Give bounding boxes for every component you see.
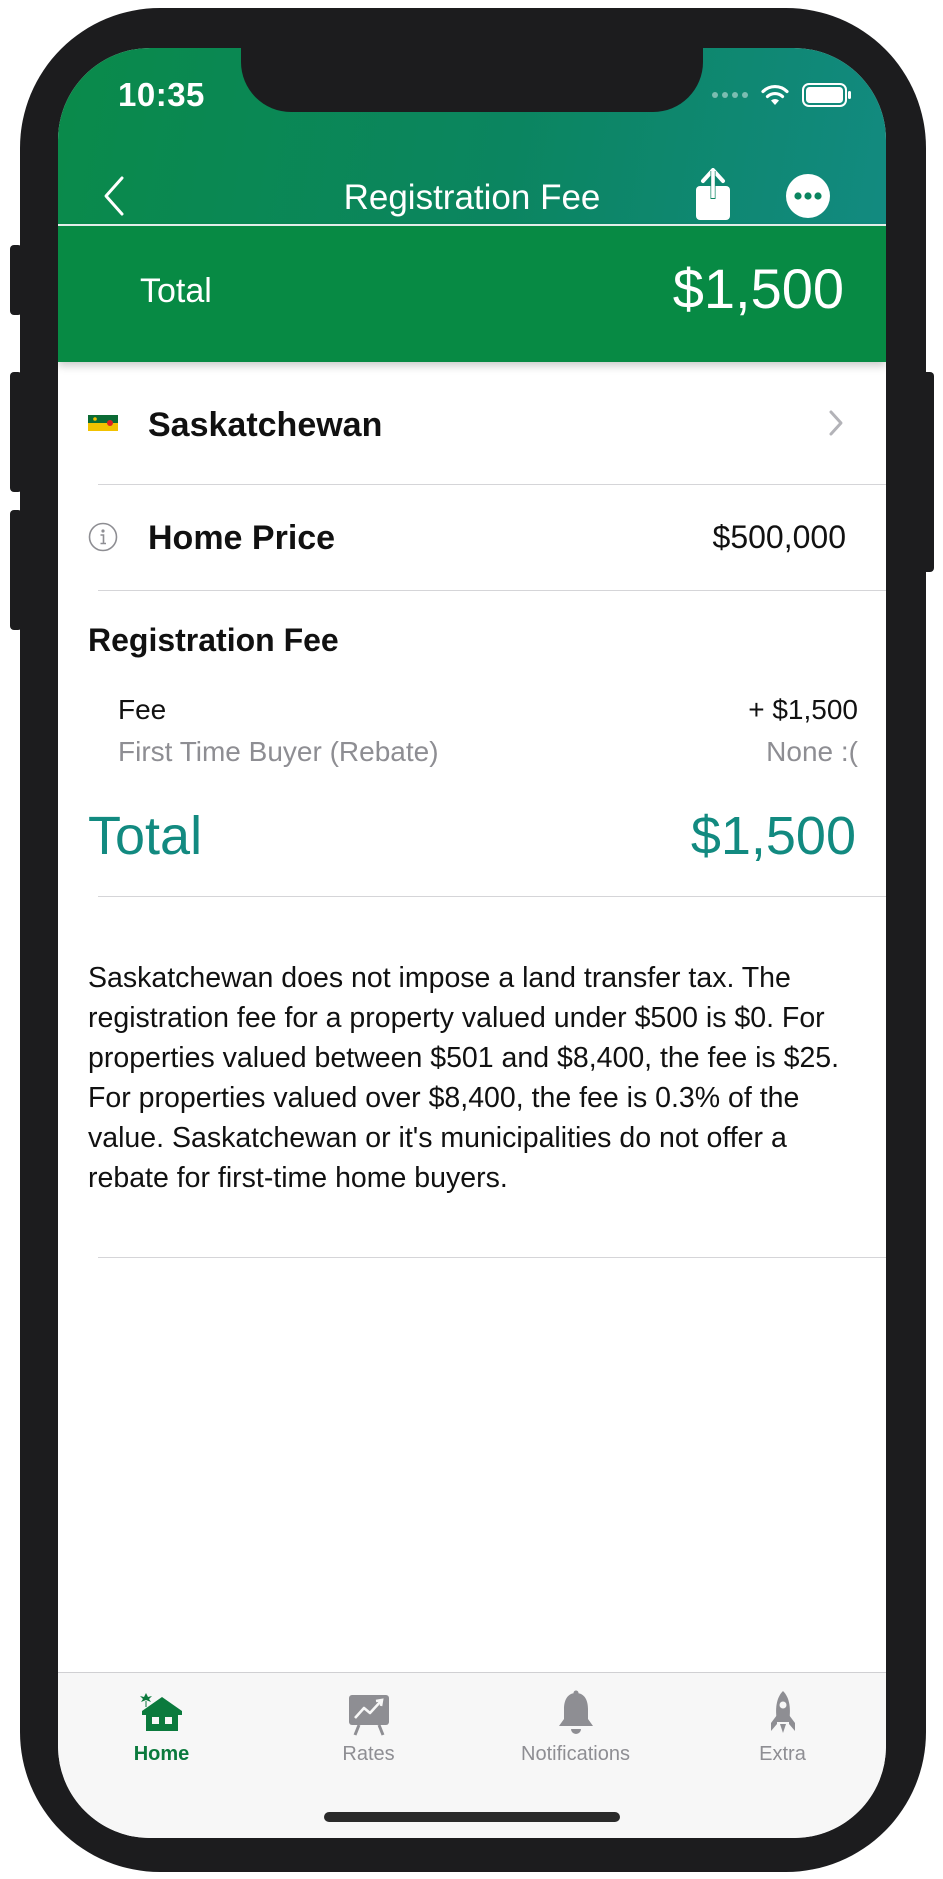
chevron-right-icon: [829, 410, 843, 436]
home-price-value[interactable]: $500,000: [713, 519, 846, 556]
wifi-icon: [761, 84, 789, 105]
total-banner: Total $1,500: [58, 226, 886, 362]
tab-extra[interactable]: Extra: [679, 1673, 886, 1783]
tab-rates-label: Rates: [342, 1743, 395, 1765]
tab-rates[interactable]: Rates: [265, 1673, 472, 1783]
app-header: 10:35 Registration Fee: [58, 48, 886, 224]
battery-icon: [802, 83, 851, 107]
total-banner-label: Total: [140, 272, 212, 310]
rebate-value: None :(: [766, 736, 858, 767]
volume-down-button: [10, 510, 22, 630]
home-icon: [140, 1693, 182, 1731]
home-price-row[interactable]: Home Price $500,000: [58, 484, 886, 590]
notch: [241, 48, 703, 112]
fee-value: + $1,500: [748, 694, 858, 725]
divider: [98, 896, 886, 897]
nav-title: Registration Fee: [343, 178, 601, 217]
description-text: Saskatchewan does not impose a land tran…: [88, 962, 840, 1194]
tab-notifications[interactable]: Notifications: [472, 1673, 679, 1783]
home-price-label: Home Price: [148, 519, 336, 557]
divider: [98, 590, 886, 591]
rocket-icon: [771, 1691, 795, 1733]
info-icon[interactable]: [88, 522, 118, 552]
province-row[interactable]: Saskatchewan: [58, 362, 886, 484]
navigation-bar: Registration Fee: [58, 168, 886, 224]
province-name: Saskatchewan: [148, 406, 383, 444]
rebate-label: First Time Buyer (Rebate): [118, 736, 439, 767]
status-time: 10:35: [118, 76, 205, 113]
tab-home[interactable]: Home: [58, 1673, 265, 1783]
power-button: [922, 372, 934, 572]
fee-row: Fee + $1,500: [118, 694, 858, 730]
tab-home-label: Home: [133, 1743, 190, 1765]
registration-fee-title: Registration Fee: [88, 622, 339, 658]
grand-total-value: $1,500: [690, 806, 856, 866]
total-banner-value: $1,500: [672, 257, 844, 320]
rebate-row: First Time Buyer (Rebate) None :(: [118, 736, 858, 772]
share-icon[interactable]: [688, 168, 738, 224]
chart-board-icon: [349, 1695, 389, 1736]
divider: [98, 1257, 886, 1258]
home-indicator[interactable]: [324, 1812, 620, 1822]
bell-icon: [559, 1690, 593, 1734]
status-icons: [712, 80, 852, 110]
tab-notifications-label: Notifications: [521, 1743, 630, 1765]
grand-total-label: Total: [88, 806, 203, 866]
cellular-signal-icon: [712, 92, 748, 98]
app-screen: 10:35 Registration Fee Total $1,500 Sask…: [58, 48, 886, 1838]
more-options-icon[interactable]: [784, 172, 832, 220]
saskatchewan-flag-icon: [88, 415, 118, 431]
mute-switch: [10, 245, 22, 315]
tab-extra-label: Extra: [759, 1743, 806, 1765]
volume-up-button: [10, 372, 22, 492]
fee-label: Fee: [118, 694, 167, 725]
